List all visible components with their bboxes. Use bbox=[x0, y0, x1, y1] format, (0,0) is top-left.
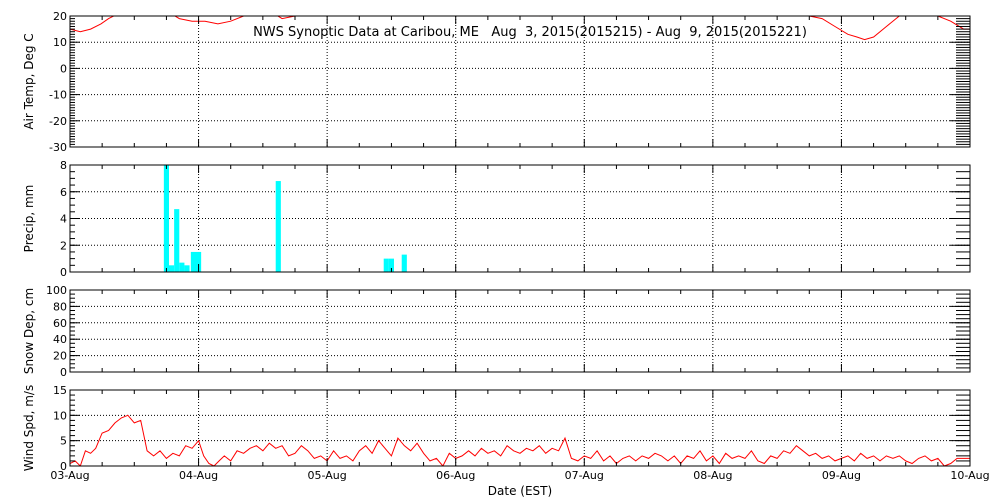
air-temp-y-tick-label: -10 bbox=[49, 89, 67, 102]
x-tick-label: 10-Aug bbox=[950, 469, 989, 482]
x-tick-label: 03-Aug bbox=[50, 469, 89, 482]
precip-bar bbox=[401, 254, 407, 272]
precip-bar bbox=[190, 251, 196, 272]
snow-depth-y-axis-label: Snow Dep, cm bbox=[22, 288, 36, 374]
chart-canvas: -30 -20 -10 0 10 20 Air Temp, Deg C 0 2 4 6 8 Preci… bbox=[0, 0, 1000, 500]
precip-y-tick-label: 8 bbox=[60, 159, 67, 172]
precip-bar bbox=[275, 181, 281, 272]
air-temp-y-tick-label: 20 bbox=[53, 10, 67, 23]
precip-bar bbox=[174, 209, 180, 272]
x-tick-label: 07-Aug bbox=[565, 469, 604, 482]
precip-y-tick-label: 4 bbox=[60, 213, 67, 226]
precip-bar bbox=[169, 265, 175, 272]
air-temp-y-tick-label: -30 bbox=[49, 141, 67, 154]
wind-speed-y-tick-label: 10 bbox=[53, 409, 67, 422]
wind-speed-y-axis-label: Wind Spd, m/s bbox=[22, 385, 36, 471]
air-temp-y-tick-label: -20 bbox=[49, 115, 67, 128]
chart-background bbox=[0, 0, 1000, 500]
precip-bar bbox=[179, 262, 185, 272]
precip-bar bbox=[184, 265, 190, 272]
snow-depth-y-tick-label: 0 bbox=[60, 366, 67, 379]
air-temp-y-tick-label: 10 bbox=[53, 36, 67, 49]
x-tick-label: 04-Aug bbox=[179, 469, 218, 482]
snow-depth-y-tick-label: 20 bbox=[53, 350, 67, 363]
precip-bar bbox=[383, 258, 389, 272]
x-axis-label: Date (EST) bbox=[488, 484, 552, 498]
air-temp-y-axis-label: Air Temp, Deg C bbox=[22, 33, 36, 129]
precip-y-tick-label: 0 bbox=[60, 266, 67, 279]
snow-depth-y-tick-label: 40 bbox=[53, 333, 67, 346]
x-tick-label: 09-Aug bbox=[822, 469, 861, 482]
snow-depth-y-tick-label: 100 bbox=[46, 284, 67, 297]
x-tick-label: 08-Aug bbox=[693, 469, 732, 482]
air-temp-y-tick-label: 0 bbox=[60, 62, 67, 75]
wind-speed-y-tick-label: 15 bbox=[53, 384, 67, 397]
x-tick-label: 05-Aug bbox=[308, 469, 347, 482]
precip-y-tick-label: 2 bbox=[60, 239, 67, 252]
snow-depth-y-tick-label: 60 bbox=[53, 317, 67, 330]
wind-speed-y-tick-label: 5 bbox=[60, 435, 67, 448]
precip-y-tick-label: 6 bbox=[60, 186, 67, 199]
snow-depth-y-tick-label: 80 bbox=[53, 300, 67, 313]
chart-title: NWS Synoptic Data at Caribou, ME Aug 3, … bbox=[253, 25, 807, 40]
precip-y-axis-label: Precip, mm bbox=[22, 185, 36, 253]
x-tick-label: 06-Aug bbox=[436, 469, 475, 482]
